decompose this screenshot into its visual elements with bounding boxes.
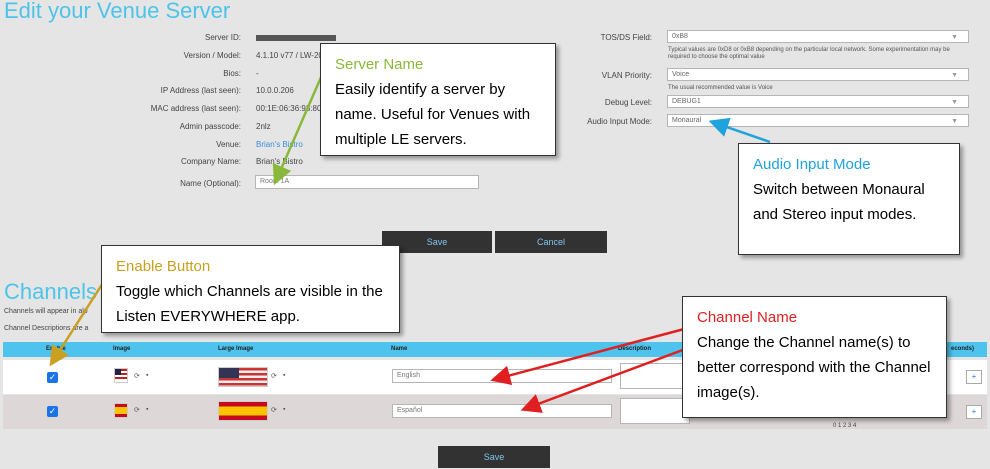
- callout-body: Toggle which Channels are visible in the…: [116, 283, 383, 325]
- audio-mode-callout: Audio Input Mode Switch between Monaural…: [738, 143, 960, 255]
- callout-body: Easily identify a server by name. Useful…: [335, 81, 531, 148]
- audio-mode-arrow: [708, 117, 771, 144]
- callout-heading: Channel Name: [697, 309, 798, 326]
- enable-button-callout: Enable Button Toggle which Channels are …: [101, 245, 400, 333]
- server-name-callout: Server Name Easily identify a server by …: [320, 43, 556, 156]
- callout-heading: Enable Button: [116, 258, 211, 275]
- channel-name-arrow-1: [490, 326, 689, 386]
- server-name-arrow: [272, 74, 324, 186]
- callout-heading: Audio Input Mode: [753, 156, 871, 173]
- callout-heading: Server Name: [335, 56, 424, 73]
- channel-name-callout: Channel Name Change the Channel name(s) …: [682, 296, 947, 418]
- callout-body: Switch between Monaural and Stereo input…: [753, 181, 925, 223]
- channel-name-arrow-2: [520, 346, 689, 413]
- callout-body: Change the Channel name(s) to better cor…: [697, 334, 931, 401]
